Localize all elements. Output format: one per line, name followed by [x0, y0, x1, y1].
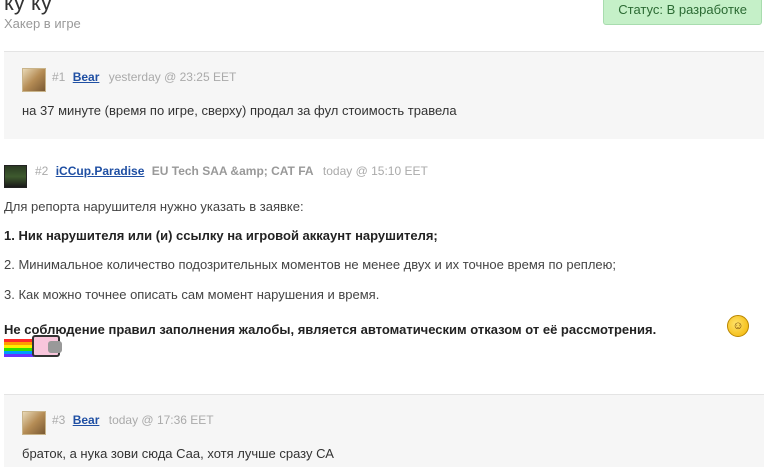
- post-line: Не соблюдение правил заполнения жалобы, …: [4, 322, 657, 337]
- reply-number[interactable]: #1: [52, 70, 65, 84]
- topic-subtitle: Хакер в игре: [4, 16, 81, 31]
- post-line: 3. Как можно точнее описать сам момент н…: [4, 287, 380, 302]
- reply-2: #2 iCCup.Paradise EU Tech SAA &amp; CAT …: [0, 157, 768, 387]
- post-line: 2. Минимальное количество подозрительных…: [4, 257, 617, 272]
- reply-number[interactable]: #2: [35, 164, 48, 178]
- reply-3: #3 Bear today @ 17:36 EET браток, а нука…: [4, 394, 764, 467]
- reply-body: на 37 минуте (время по игре, сверху) про…: [22, 103, 457, 118]
- user-avatar[interactable]: [4, 165, 27, 188]
- user-avatar[interactable]: [22, 68, 46, 92]
- reply-meta: #3 Bear today @ 17:36 EET: [52, 413, 214, 427]
- username-link[interactable]: Bear: [73, 70, 100, 84]
- timestamp: today @ 15:10 EET: [322, 164, 428, 178]
- username-link[interactable]: Bear: [73, 413, 100, 427]
- reply-1: #1 Bear yesterday @ 23:25 EET на 37 мину…: [4, 51, 764, 139]
- username-link[interactable]: iCCup.Paradise: [56, 164, 145, 178]
- reply-meta: #1 Bear yesterday @ 23:25 EET: [52, 70, 236, 84]
- post-line: 1. Ник нарушителя или (и) ссылку на игро…: [4, 228, 438, 243]
- timestamp: yesterday @ 23:25 EET: [108, 70, 237, 84]
- facepalm-smiley-icon: ☺: [727, 315, 749, 337]
- nyan-cat-icon: [4, 335, 62, 361]
- reply-number[interactable]: #3: [52, 413, 65, 427]
- clan-tag: EU Tech SAA &amp; CAT FA: [151, 164, 314, 178]
- post-line: Для репорта нарушителя нужно указать в з…: [4, 199, 304, 214]
- status-badge: Статус: В разработке: [603, 0, 762, 25]
- timestamp: today @ 17:36 EET: [108, 413, 214, 427]
- reply-body: браток, а нука зови сюда Саа, хотя лучше…: [22, 446, 334, 461]
- topic-title: ку ку: [4, 0, 52, 15]
- user-avatar[interactable]: [22, 411, 46, 435]
- reply-meta: #2 iCCup.Paradise EU Tech SAA &amp; CAT …: [35, 164, 428, 178]
